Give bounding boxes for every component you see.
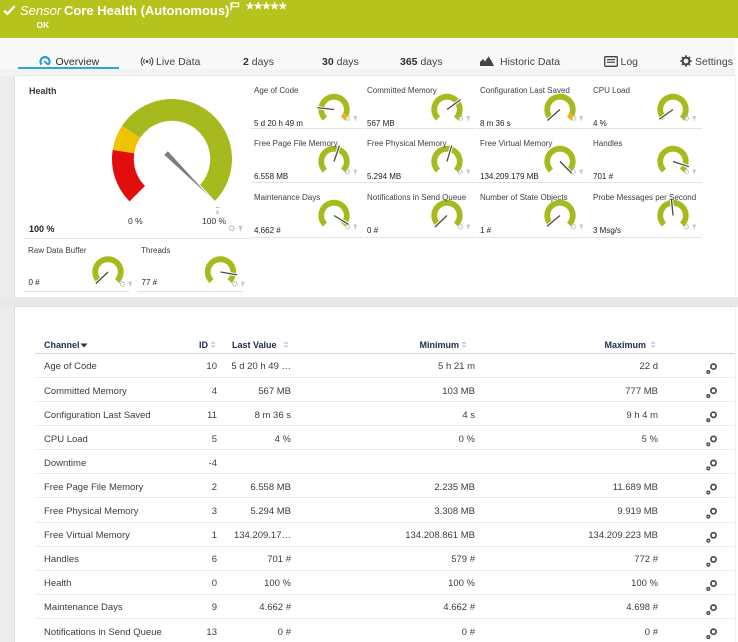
svg-text:x: x bbox=[216, 209, 220, 216]
